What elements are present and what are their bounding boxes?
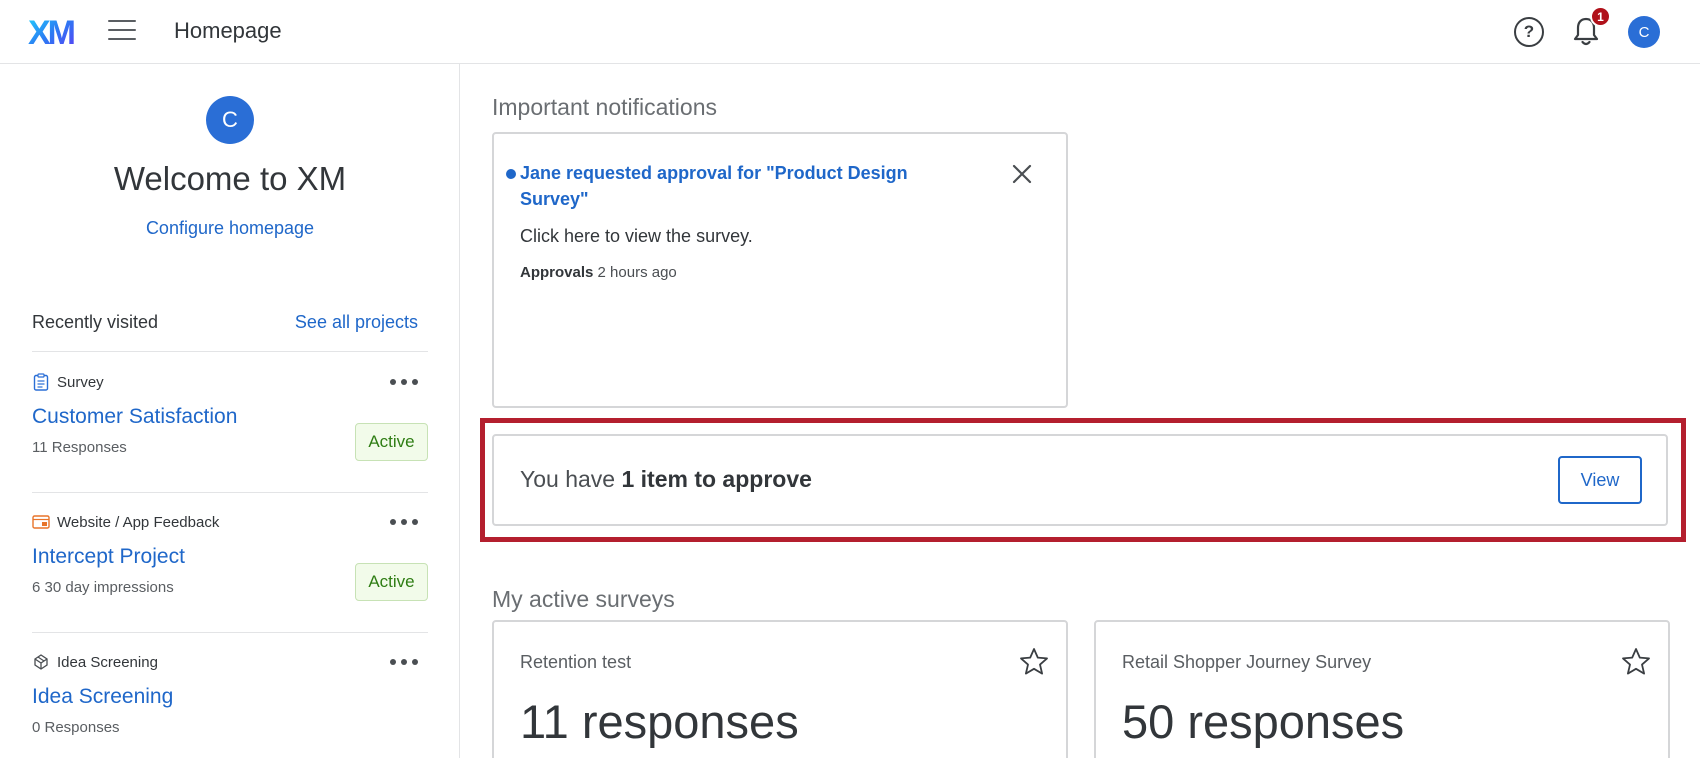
approval-message: You have 1 item to approve bbox=[520, 466, 812, 493]
notification-title-link[interactable]: Jane requested approval for "Product Des… bbox=[520, 160, 940, 212]
notification-body: Click here to view the survey. bbox=[520, 226, 753, 246]
project-type: Website / App Feedback bbox=[32, 513, 219, 531]
status-badge: Active bbox=[355, 563, 428, 601]
project-type: Idea Screening bbox=[32, 653, 158, 671]
unread-dot-icon bbox=[506, 169, 516, 179]
more-options-icon[interactable] bbox=[390, 655, 418, 669]
star-icon[interactable] bbox=[1620, 646, 1652, 678]
status-badge: Active bbox=[355, 423, 428, 461]
star-icon[interactable] bbox=[1018, 646, 1050, 678]
survey-name: Retention test bbox=[520, 652, 632, 672]
project-stat: 0 Responses bbox=[32, 719, 120, 736]
more-options-icon[interactable] bbox=[390, 515, 418, 529]
top-bar: XM Homepage ? 1 C bbox=[0, 0, 1700, 64]
approval-count: 1 item to approve bbox=[621, 466, 812, 492]
more-options-icon[interactable] bbox=[390, 375, 418, 389]
idea-screening-icon bbox=[32, 653, 50, 671]
notification-category: Approvals bbox=[520, 264, 594, 281]
recent-project-item: Idea Screening Idea Screening 0 Response… bbox=[32, 633, 428, 758]
see-all-projects-link[interactable]: See all projects bbox=[295, 312, 418, 333]
welcome-avatar: C bbox=[206, 96, 254, 144]
sidebar: C Welcome to XM Configure homepage Recen… bbox=[0, 64, 460, 758]
project-name-link[interactable]: Intercept Project bbox=[32, 545, 185, 569]
notification-time: 2 hours ago bbox=[597, 264, 677, 281]
survey-response-count: 50 responses bbox=[1122, 695, 1405, 748]
recently-visited-header: Recently visited See all projects bbox=[32, 312, 428, 352]
notification-meta: Approvals 2 hours ago bbox=[520, 264, 677, 281]
survey-card[interactable]: Retail Shopper Journey Survey 50 respons… bbox=[1094, 620, 1670, 758]
notification-card[interactable]: Jane requested approval for "Product Des… bbox=[492, 132, 1068, 408]
approval-prefix: You have bbox=[520, 466, 622, 492]
recent-project-item: Survey Customer Satisfaction 11 Response… bbox=[32, 353, 428, 493]
important-notifications-heading: Important notifications bbox=[492, 94, 718, 120]
help-icon[interactable]: ? bbox=[1514, 17, 1544, 47]
page-title: Homepage bbox=[174, 18, 282, 43]
xm-logo[interactable]: XM bbox=[28, 14, 80, 50]
user-avatar[interactable]: C bbox=[1628, 16, 1660, 48]
project-name-link[interactable]: Customer Satisfaction bbox=[32, 405, 237, 429]
project-type-label: Idea Screening bbox=[57, 653, 158, 671]
survey-response-count: 11 responses bbox=[520, 695, 799, 748]
view-approvals-button[interactable]: View bbox=[1558, 456, 1642, 504]
survey-card[interactable]: Retention test 11 responses bbox=[492, 620, 1068, 758]
approval-card: You have 1 item to approve View bbox=[492, 434, 1668, 526]
project-stat: 11 Responses bbox=[32, 439, 127, 456]
active-surveys-heading: My active surveys bbox=[492, 586, 675, 612]
recent-project-item: Website / App Feedback Intercept Project… bbox=[32, 493, 428, 633]
close-icon[interactable] bbox=[1010, 162, 1034, 186]
project-name-link[interactable]: Idea Screening bbox=[32, 685, 173, 709]
project-type-label: Website / App Feedback bbox=[57, 513, 220, 531]
welcome-heading: Welcome to XM bbox=[113, 160, 347, 197]
survey-name: Retail Shopper Journey Survey bbox=[1122, 652, 1372, 672]
recently-visited-label: Recently visited bbox=[32, 312, 159, 332]
configure-homepage-link[interactable]: Configure homepage bbox=[0, 218, 460, 239]
menu-icon[interactable] bbox=[108, 20, 136, 44]
notification-badge: 1 bbox=[1590, 6, 1611, 27]
svg-text:XM: XM bbox=[28, 15, 75, 49]
website-feedback-icon bbox=[32, 513, 50, 531]
project-stat: 6 30 day impressions bbox=[32, 579, 174, 596]
project-type: Survey bbox=[32, 373, 104, 391]
project-type-label: Survey bbox=[57, 373, 104, 391]
survey-icon bbox=[32, 373, 50, 391]
